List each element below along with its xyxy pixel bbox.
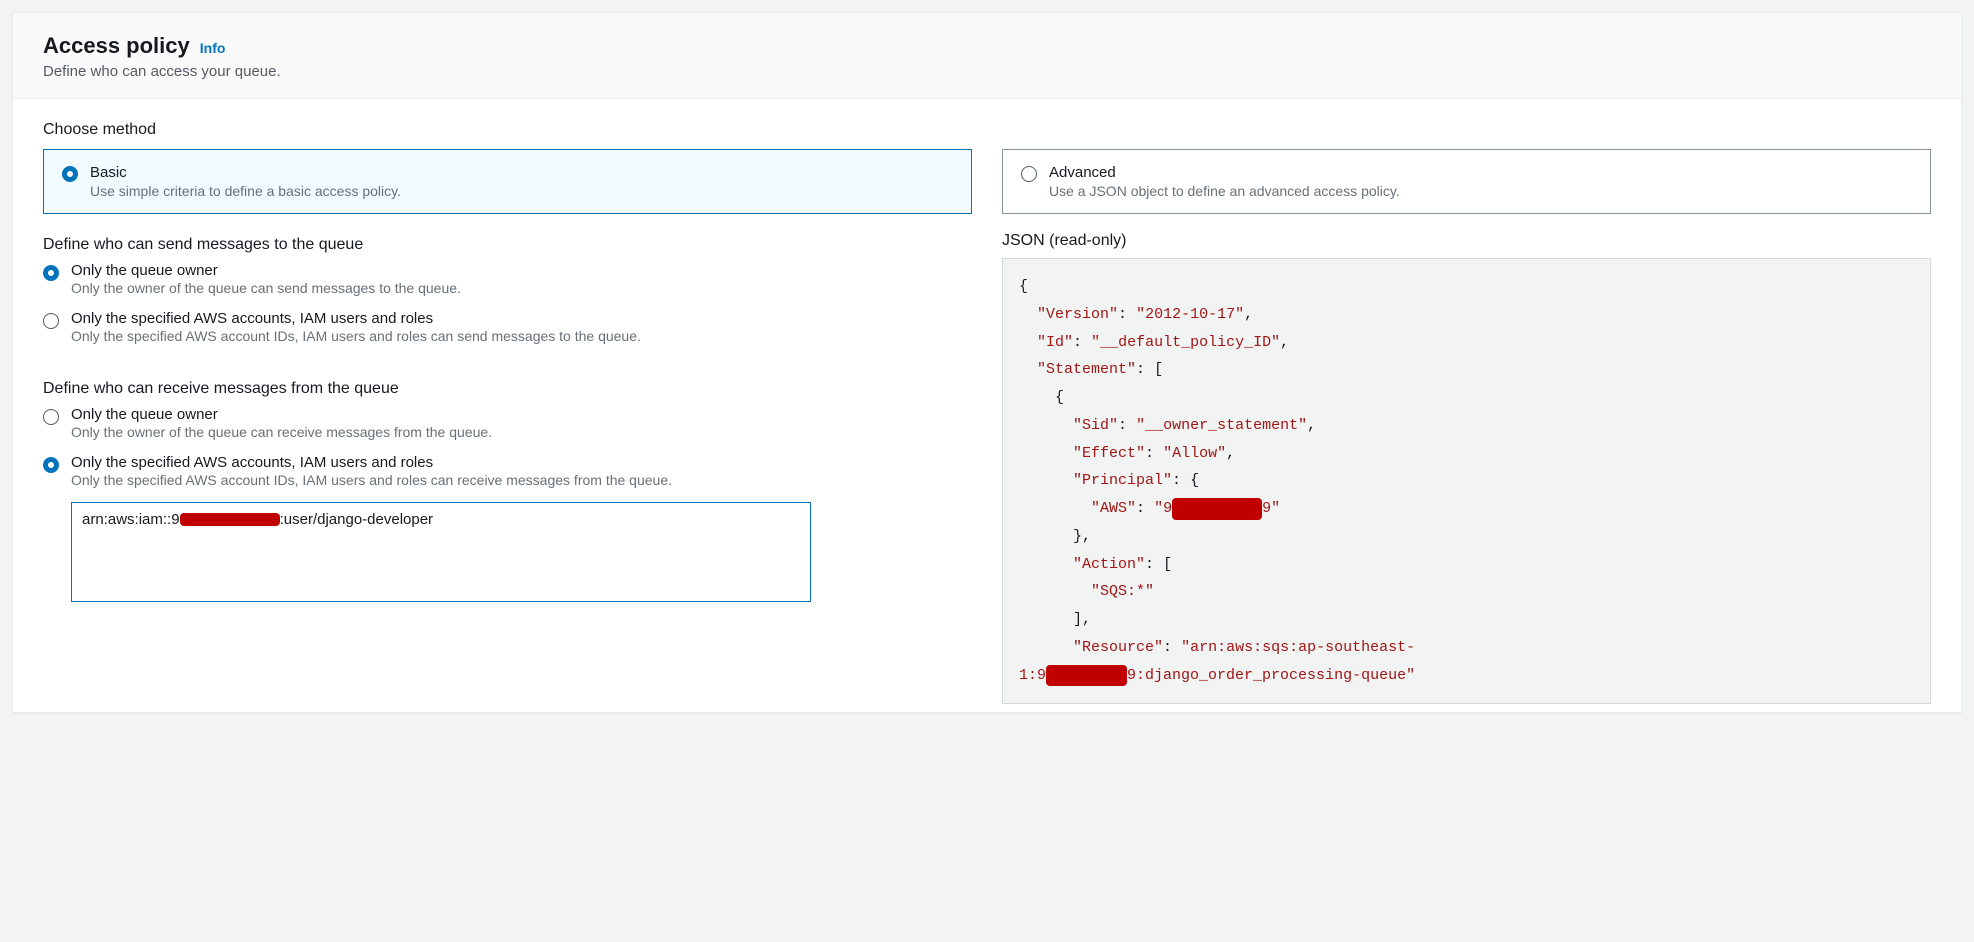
panel-header: Access policy Info Define who can access…	[13, 13, 1961, 99]
method-advanced-desc: Use a JSON object to define an advanced …	[1049, 183, 1400, 199]
send-section: Define who can send messages to the queu…	[43, 232, 972, 358]
panel-subtitle: Define who can access your queue.	[43, 63, 1931, 80]
arn-suffix: :user/django-developer	[280, 511, 433, 528]
method-tile-advanced[interactable]: Advanced Use a JSON object to define an …	[1002, 149, 1931, 214]
receive-label: Define who can receive messages from the…	[43, 380, 972, 398]
method-basic-desc: Use simple criteria to define a basic ac…	[90, 183, 401, 199]
json-sid: __owner_statement	[1145, 417, 1298, 434]
access-policy-panel: Access policy Info Define who can access…	[12, 12, 1962, 713]
arn-prefix: arn:aws:iam::9	[82, 511, 180, 528]
send-option-owner[interactable]: Only the queue owner Only the owner of t…	[43, 262, 972, 296]
send-owner-desc: Only the owner of the queue can send mes…	[71, 280, 461, 296]
receive-accounts-title: Only the specified AWS accounts, IAM use…	[71, 454, 672, 471]
panel-title: Access policy	[43, 33, 190, 59]
radio-advanced[interactable]	[1021, 166, 1037, 182]
send-accounts-title: Only the specified AWS accounts, IAM use…	[71, 310, 641, 327]
json-id: __default_policy_ID	[1100, 334, 1271, 351]
send-owner-title: Only the queue owner	[71, 262, 461, 279]
arn-redacted: XXXXXXXXXX	[180, 511, 280, 528]
method-basic-title: Basic	[90, 164, 401, 181]
send-option-accounts[interactable]: Only the specified AWS accounts, IAM use…	[43, 310, 972, 344]
panel-body: Choose method Basic Use simple criteria …	[13, 99, 1961, 712]
right-column: JSON (read-only) { "Version": "2012-10-1…	[1002, 232, 1931, 704]
receive-option-owner[interactable]: Only the queue owner Only the owner of t…	[43, 406, 972, 440]
json-resource-l2-pre: 1:9	[1019, 667, 1046, 684]
radio-basic[interactable]	[62, 166, 78, 182]
json-resource-l1: arn:aws:sqs:ap-southeast-	[1190, 639, 1415, 656]
json-resource-l2-suf: 9:django_order_processing-queue	[1127, 667, 1406, 684]
json-aws-suffix: 9	[1262, 500, 1271, 517]
json-label: JSON (read-only)	[1002, 232, 1931, 250]
radio-receive-accounts[interactable]	[43, 457, 59, 473]
receive-owner-desc: Only the owner of the queue can receive …	[71, 424, 492, 440]
send-accounts-desc: Only the specified AWS account IDs, IAM …	[71, 328, 641, 344]
radio-receive-owner[interactable]	[43, 409, 59, 425]
receive-accounts-desc: Only the specified AWS account IDs, IAM …	[71, 472, 672, 488]
json-version: 2012-10-17	[1145, 306, 1235, 323]
left-column: Define who can send messages to the queu…	[43, 232, 972, 704]
send-label: Define who can send messages to the queu…	[43, 236, 972, 254]
json-readonly-box: { "Version": "2012-10-17", "Id": "__defa…	[1002, 258, 1931, 704]
choose-method-label: Choose method	[43, 121, 1931, 139]
json-action: SQS:*	[1100, 583, 1145, 600]
content-columns: Define who can send messages to the queu…	[43, 232, 1931, 704]
json-aws-prefix: 9	[1163, 500, 1172, 517]
arn-input[interactable]: arn:aws:iam::9XXXXXXXXXX:user/django-dev…	[71, 502, 811, 602]
receive-section: Define who can receive messages from the…	[43, 376, 972, 602]
radio-send-accounts[interactable]	[43, 313, 59, 329]
json-resource-redacted: XXXXXXXXX	[1046, 662, 1127, 690]
receive-option-accounts[interactable]: Only the specified AWS accounts, IAM use…	[43, 454, 972, 488]
method-advanced-title: Advanced	[1049, 164, 1400, 181]
radio-send-owner[interactable]	[43, 265, 59, 281]
info-link[interactable]: Info	[200, 40, 226, 56]
json-aws-redacted: XXXXXXXXXX	[1172, 495, 1262, 523]
receive-owner-title: Only the queue owner	[71, 406, 492, 423]
method-tile-basic[interactable]: Basic Use simple criteria to define a ba…	[43, 149, 972, 214]
json-effect: Allow	[1172, 445, 1217, 462]
method-tiles: Basic Use simple criteria to define a ba…	[43, 149, 1931, 214]
